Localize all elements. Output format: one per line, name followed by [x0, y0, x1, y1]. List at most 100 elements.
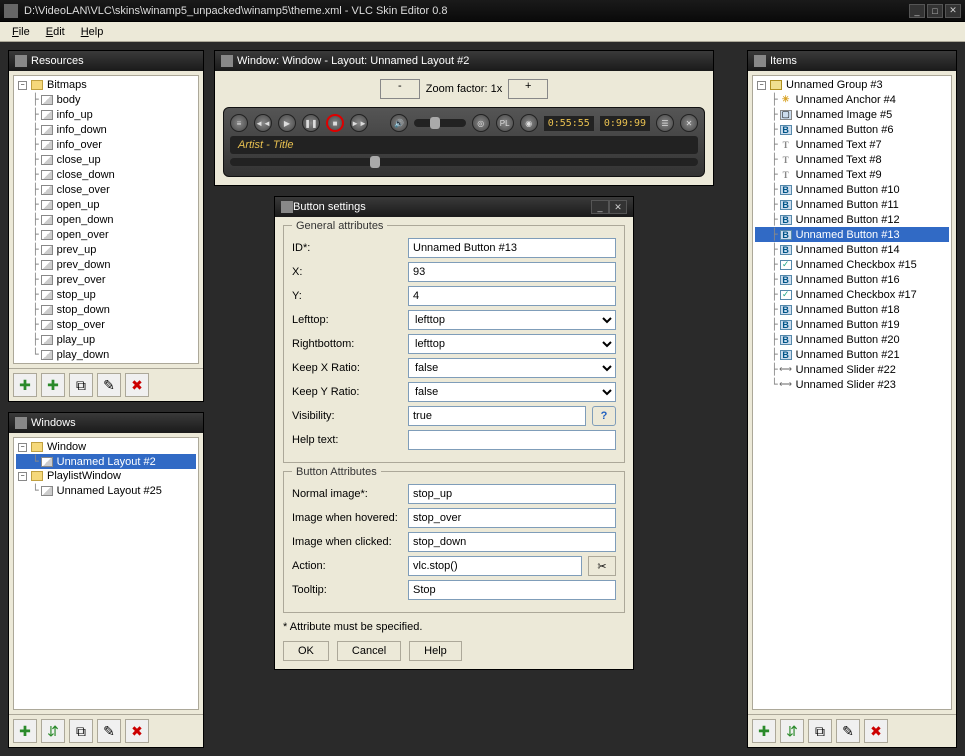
tree-item[interactable]: ├prev_over [16, 272, 196, 287]
tree-item[interactable]: ├open_down [16, 212, 196, 227]
help-button[interactable]: Help [409, 641, 462, 661]
input-action[interactable] [408, 556, 582, 576]
maximize-button[interactable]: □ [927, 4, 943, 18]
resources-tree[interactable]: −Bitmaps├body├info_up├info_down├info_ove… [13, 75, 199, 364]
tree-item[interactable]: ├close_over [16, 182, 196, 197]
input-id[interactable] [408, 238, 616, 258]
resources-add-sub-button[interactable]: ✚ [41, 373, 65, 397]
tree-item[interactable]: ├BUnnamed Button #21 [755, 347, 949, 362]
skin-pause-button[interactable]: ❚❚ [302, 114, 320, 132]
windows-delete-button[interactable]: ✖ [125, 719, 149, 743]
input-visibility[interactable] [408, 406, 586, 426]
windows-add-button[interactable]: ✚ [13, 719, 37, 743]
input-y[interactable] [408, 286, 616, 306]
tree-item[interactable]: ├stop_over [16, 317, 196, 332]
tree-item[interactable]: ├BUnnamed Button #13 [755, 227, 949, 242]
tree-item[interactable]: ├BUnnamed Button #12 [755, 212, 949, 227]
tree-item[interactable]: ├BUnnamed Button #10 [755, 182, 949, 197]
select-keepx[interactable]: false [408, 358, 616, 378]
skin-stop-button[interactable]: ■ [326, 114, 344, 132]
skin-next-button[interactable]: ►► [350, 114, 368, 132]
action-edit-button[interactable]: ✂ [588, 556, 616, 576]
resources-add-button[interactable]: ✚ [13, 373, 37, 397]
items-move-button[interactable]: ⇵ [780, 719, 804, 743]
tree-item[interactable]: ├▢Unnamed Image #5 [755, 107, 949, 122]
settings-min-button[interactable]: _ [591, 200, 609, 214]
tree-item[interactable]: ├play_up [16, 332, 196, 347]
tree-item[interactable]: ├TUnnamed Text #9 [755, 167, 949, 182]
minimize-button[interactable]: _ [909, 4, 925, 18]
input-normal[interactable] [408, 484, 616, 504]
tree-item[interactable]: ├TUnnamed Text #8 [755, 152, 949, 167]
tree-item[interactable]: ├prev_down [16, 257, 196, 272]
input-hover[interactable] [408, 508, 616, 528]
cancel-button[interactable]: Cancel [337, 641, 401, 661]
resources-edit-button[interactable]: ✎ [97, 373, 121, 397]
items-edit-button[interactable]: ✎ [836, 719, 860, 743]
input-click[interactable] [408, 532, 616, 552]
resources-delete-button[interactable]: ✖ [125, 373, 149, 397]
items-copy-button[interactable]: ⧉ [808, 719, 832, 743]
tree-item[interactable]: ├✓Unnamed Checkbox #17 [755, 287, 949, 302]
zoom-in-button[interactable]: + [508, 79, 548, 99]
tree-item[interactable]: −Window [16, 440, 196, 454]
tree-item[interactable]: ├BUnnamed Button #6 [755, 122, 949, 137]
tree-item[interactable]: └Unnamed Layout #25 [16, 483, 196, 498]
windows-tree[interactable]: −Window└Unnamed Layout #2−PlaylistWindow… [13, 437, 199, 710]
tree-item[interactable]: ├BUnnamed Button #16 [755, 272, 949, 287]
select-rightbottom[interactable]: lefttop [408, 334, 616, 354]
input-helptext[interactable] [408, 430, 616, 450]
input-x[interactable] [408, 262, 616, 282]
windows-dup-button[interactable]: ⇵ [41, 719, 65, 743]
tree-item[interactable]: ├open_up [16, 197, 196, 212]
tree-item[interactable]: ├⟷Unnamed Slider #22 [755, 362, 949, 377]
visibility-help-button[interactable]: ? [592, 406, 616, 426]
select-lefttop[interactable]: lefttop [408, 310, 616, 330]
skin-close-button[interactable]: ✕ [680, 114, 698, 132]
skin-preview[interactable]: ≡ ◄◄ ▶ ❚❚ ■ ►► 🔊 ◎ PL ◉ 0:55:55 0:99:99 [223, 107, 705, 177]
tree-item[interactable]: └play_down [16, 347, 196, 362]
skin-eq-button[interactable]: ◎ [472, 114, 490, 132]
windows-copy-button[interactable]: ⧉ [69, 719, 93, 743]
tree-item[interactable]: ├✓Unnamed Checkbox #15 [755, 257, 949, 272]
tree-item[interactable]: ├BUnnamed Button #18 [755, 302, 949, 317]
tree-item[interactable]: ├TUnnamed Text #7 [755, 137, 949, 152]
settings-close-button[interactable]: ✕ [609, 200, 627, 214]
ok-button[interactable]: OK [283, 641, 329, 661]
tree-item[interactable]: ├stop_down [16, 302, 196, 317]
select-keepy[interactable]: false [408, 382, 616, 402]
tree-item[interactable]: └Unnamed Layout #2 [16, 454, 196, 469]
skin-seek-slider[interactable] [230, 158, 698, 166]
skin-prev-button[interactable]: ◄◄ [254, 114, 272, 132]
skin-play-button[interactable]: ▶ [278, 114, 296, 132]
skin-ml-button[interactable]: ◉ [520, 114, 538, 132]
windows-edit-button[interactable]: ✎ [97, 719, 121, 743]
skin-vol-button[interactable]: 🔊 [390, 114, 408, 132]
menu-file[interactable]: File [6, 24, 36, 40]
skin-info-button[interactable]: ☰ [656, 114, 674, 132]
tree-item[interactable]: ├✳Unnamed Anchor #4 [755, 92, 949, 107]
tree-root[interactable]: −Bitmaps [16, 78, 196, 92]
input-tooltip[interactable] [408, 580, 616, 600]
skin-menu-button[interactable]: ≡ [230, 114, 248, 132]
items-tree[interactable]: −Unnamed Group #3├✳Unnamed Anchor #4├▢Un… [752, 75, 952, 710]
tree-item[interactable]: ├prev_up [16, 242, 196, 257]
tree-item[interactable]: ├info_down [16, 122, 196, 137]
tree-item[interactable]: −PlaylistWindow [16, 469, 196, 483]
tree-root[interactable]: −Unnamed Group #3 [755, 78, 949, 92]
zoom-out-button[interactable]: - [380, 79, 420, 99]
skin-pl-button[interactable]: PL [496, 114, 514, 132]
tree-item[interactable]: ├info_up [16, 107, 196, 122]
tree-item[interactable]: ├BUnnamed Button #19 [755, 317, 949, 332]
tree-item[interactable]: ├BUnnamed Button #20 [755, 332, 949, 347]
menu-help[interactable]: Help [75, 24, 110, 40]
items-delete-button[interactable]: ✖ [864, 719, 888, 743]
tree-item[interactable]: └⟷Unnamed Slider #23 [755, 377, 949, 392]
skin-vol-slider[interactable] [414, 119, 466, 127]
close-button[interactable]: ✕ [945, 4, 961, 18]
tree-item[interactable]: ├open_over [16, 227, 196, 242]
tree-item[interactable]: ├stop_up [16, 287, 196, 302]
tree-item[interactable]: ├close_up [16, 152, 196, 167]
tree-item[interactable]: ├body [16, 92, 196, 107]
items-add-button[interactable]: ✚ [752, 719, 776, 743]
